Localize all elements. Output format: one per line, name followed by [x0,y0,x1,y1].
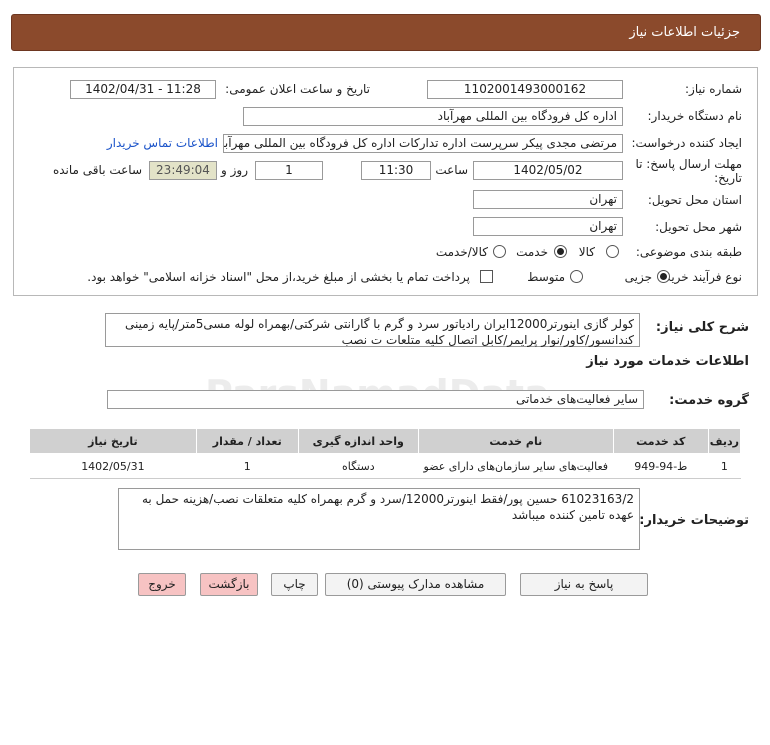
process-radio-medium[interactable] [570,270,583,283]
col-unit: واحد اندازه گیری [297,428,419,454]
table-row: 1 ط-94-949 فعالیت‌های سایر سازمان‌های دا… [29,453,741,479]
general-description-field: کولر گازی اینورتر12000ایران رادیاتور سرد… [105,313,640,347]
col-service-code: کد خدمت [612,428,709,454]
requester-field: مرتضی مجدی پیکر سرپرست اداره تدارکات ادا… [223,134,623,153]
cell-need-date: 1402/05/31 [29,453,197,479]
category-radio-goods[interactable] [606,245,619,258]
category-option-goods: کالا [578,245,595,259]
announce-field: 1402/04/31 - 11:28 [70,80,216,99]
city-label: شهر محل تحویل: [655,220,742,234]
col-quantity: تعداد / مقدار [195,428,299,454]
general-description-label: شرح کلی نیاز: [655,320,749,335]
back-button[interactable]: بازگشت [200,573,258,596]
service-group-field: سایر فعالیت‌های خدماتی [107,390,644,409]
services-table: ردیف کد خدمت نام خدمت واحد اندازه گیری ت… [29,428,742,479]
cell-service-code: ط-94-949 [613,453,709,479]
buyer-notes-field: 61023163/2 حسین پور/فقط اینورتر12000/سرد… [118,488,640,550]
table-header-row: ردیف کد خدمت نام خدمت واحد اندازه گیری ت… [29,428,742,454]
deadline-label: مهلت ارسال پاسخ: تا تاریخ: [635,157,742,185]
buyer-org-field: اداره کل فرودگاه بین المللی مهرآباد [243,107,623,126]
cell-row-number: 1 [708,453,741,479]
hour-label: ساعت [435,163,468,177]
services-section-title: اطلاعات خدمات مورد نیاز [586,354,749,369]
category-radio-service[interactable] [554,245,567,258]
cell-unit: دستگاه [298,453,419,479]
exit-button[interactable]: خروج [138,573,186,596]
province-field: تهران [473,190,623,209]
days-label: روز و [221,163,248,177]
treasury-payment-checkbox[interactable] [480,270,493,283]
deadline-date-field: 1402/05/02 [473,161,623,180]
cell-quantity: 1 [196,453,299,479]
process-option-minor: جزیی [624,270,652,284]
cell-service-name: فعالیت‌های سایر سازمان‌های دارای عضو [418,453,614,479]
col-row-number: ردیف [707,428,742,454]
need-number-label: شماره نیاز: [685,82,742,96]
province-label: استان محل تحویل: [647,193,742,207]
view-attachments-button[interactable]: مشاهده مدارک پیوستی (0) [325,573,506,596]
remaining-label: ساعت باقی مانده [52,163,142,177]
announce-label: تاریخ و ساعت اعلان عمومی: [225,82,370,96]
category-option-service: خدمت [516,245,548,259]
buyer-org-label: نام دستگاه خریدار: [647,109,743,123]
requester-label: ایجاد کننده درخواست: [631,136,742,150]
col-service-name: نام خدمت [417,428,614,454]
print-button[interactable]: چاپ [271,573,318,596]
reply-button[interactable]: پاسخ به نیاز [520,573,648,596]
buyer-notes-label: توضیحات خریدار: [639,513,749,528]
need-number-field: 1102001493000162 [427,80,623,99]
page-title: جزئیات اطلاعات نیاز [629,25,740,40]
remaining-time-field: 23:49:04 [149,161,217,180]
category-radio-goods-service[interactable] [493,245,506,258]
city-field: تهران [473,217,623,236]
category-option-goods-service: کالا/خدمت [435,245,488,259]
page-header: جزئیات اطلاعات نیاز [11,14,761,51]
days-field: 1 [255,161,323,180]
col-need-date: تاریخ نیاز [29,428,197,454]
buyer-contact-link[interactable]: اطلاعات تماس خریدار [107,136,218,150]
deadline-time-field: 11:30 [361,161,431,180]
category-label: طبقه بندی موضوعی: [635,245,742,259]
process-radio-minor[interactable] [657,270,670,283]
treasury-payment-note: پرداخت تمام یا بخشی از مبلغ خرید،از محل … [87,270,470,284]
service-group-label: گروه خدمت: [669,393,749,408]
process-option-medium: متوسط [527,270,565,284]
